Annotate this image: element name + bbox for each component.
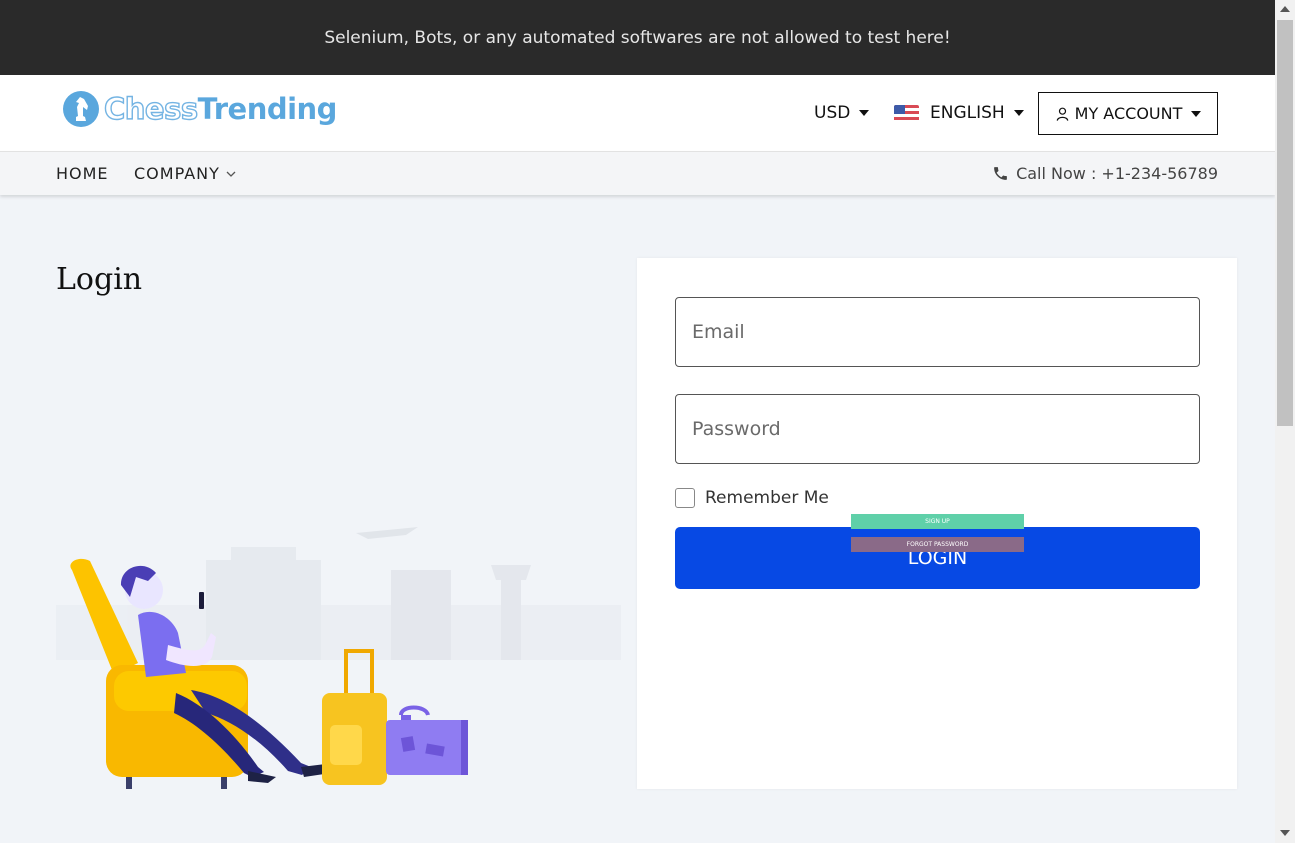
chevron-down-icon — [226, 171, 236, 177]
logo-text-chess: Chess — [103, 91, 199, 126]
nav-company[interactable]: COMPANY — [134, 164, 237, 183]
caret-down-icon — [1013, 110, 1024, 116]
caret-down-icon — [859, 110, 870, 116]
remember-me-label: Remember Me — [705, 488, 829, 508]
sign-up-button[interactable]: SIGN UP — [851, 514, 1024, 529]
phone-text: Call Now : +1-234-56789 — [1016, 164, 1218, 183]
my-account-button[interactable]: MY ACCOUNT — [1038, 92, 1218, 135]
site-logo[interactable]: ChessTrending — [62, 88, 337, 130]
password-field[interactable] — [675, 394, 1200, 464]
language-label: ENGLISH — [930, 103, 1005, 123]
forgot-password-button[interactable]: FORGOT PASSWORD — [851, 537, 1024, 552]
site-header: ChessTrending USD ENGLISH MY ACCOUNT — [0, 75, 1275, 151]
login-card: Remember Me LOGIN SIGN UP FORGOT PASSWOR… — [637, 258, 1237, 789]
nav-home[interactable]: HOME — [56, 164, 109, 183]
page-scrollbar[interactable] — [1275, 0, 1295, 843]
scrollbar-thumb[interactable] — [1277, 20, 1293, 426]
currency-selector[interactable]: USD — [814, 103, 870, 123]
us-flag-icon — [894, 104, 919, 122]
page-title: Login — [56, 262, 143, 297]
scroll-down-arrow-icon[interactable] — [1280, 830, 1290, 836]
user-icon — [1056, 107, 1068, 121]
main-nav: HOME COMPANY Call Now : +1-234-56789 — [0, 151, 1275, 195]
call-now[interactable]: Call Now : +1-234-56789 — [992, 164, 1218, 183]
my-account-label: MY ACCOUNT — [1074, 104, 1183, 123]
logo-text-trending: Trending — [197, 92, 338, 126]
language-selector[interactable]: ENGLISH — [894, 103, 1024, 123]
nav-company-label: COMPANY — [134, 164, 220, 183]
scroll-up-arrow-icon[interactable] — [1280, 6, 1290, 12]
chess-knight-logo-icon — [63, 91, 99, 127]
remember-me[interactable]: Remember Me — [675, 488, 829, 508]
suitcase-image — [322, 649, 468, 785]
notice-text: Selenium, Bots, or any automated softwar… — [324, 27, 951, 48]
caret-down-icon — [1191, 110, 1202, 117]
remember-me-checkbox[interactable] — [675, 488, 695, 508]
phone-icon — [994, 167, 1007, 180]
nav-home-label: HOME — [56, 164, 109, 183]
currency-label: USD — [814, 103, 851, 123]
notice-bar: Selenium, Bots, or any automated softwar… — [0, 0, 1275, 75]
logo-text: ChessTrending — [103, 91, 338, 126]
email-field[interactable] — [675, 297, 1200, 367]
travel-illustration — [56, 527, 621, 789]
